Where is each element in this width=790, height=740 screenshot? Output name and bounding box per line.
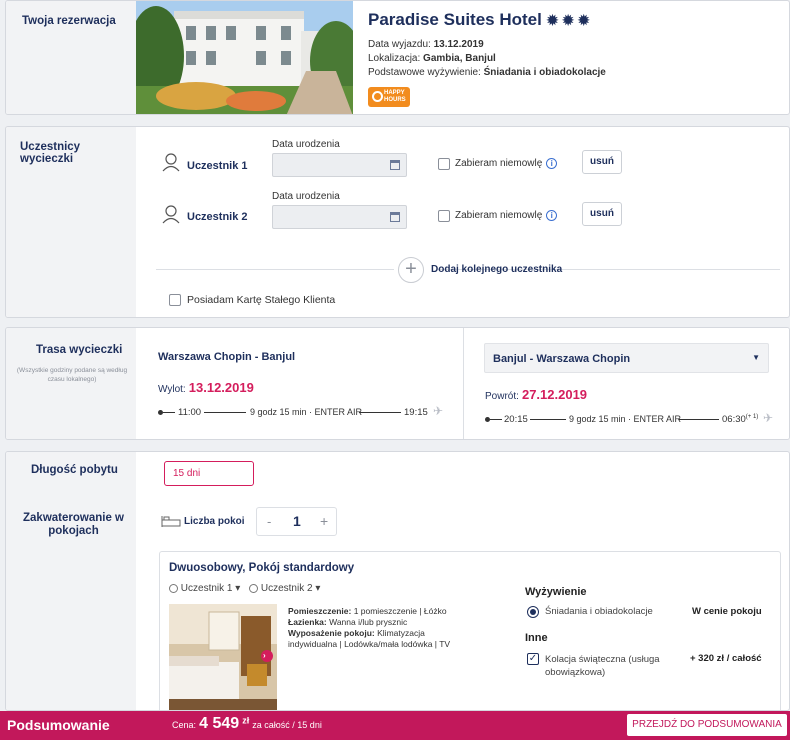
location-info: Lokalizacja: Gambia, Banjul [368, 53, 496, 64]
timeline [163, 412, 175, 413]
room-title: Dwuosobowy, Pokój standardowy [169, 562, 355, 574]
summary-price: Cena: 4 549 zł za całość / 15 dni [172, 715, 322, 732]
outbound-date: Wylot: 13.12.2019 [158, 380, 254, 395]
participant-2-dob-input[interactable] [272, 205, 407, 229]
plus-icon: + [405, 258, 417, 280]
participant-1-dob-label: Data urodzenia [272, 139, 340, 150]
return-route-selected: Banjul - Warszawa Chopin [493, 353, 631, 365]
route-section-label: Trasa wycieczki [36, 344, 123, 356]
stay-card: Długość pobytu Zakwaterowanie w pokojach… [5, 451, 790, 711]
hotel-stars-icon: ✹ ✹ ✹ [546, 12, 590, 28]
hotel-name: Paradise Suites Hotel [368, 10, 542, 29]
timeline [359, 412, 401, 413]
board-option-radio[interactable] [527, 606, 539, 618]
participant-1-dob-input[interactable] [272, 153, 407, 177]
loyalty-card-checkbox[interactable] [169, 294, 181, 306]
timeline [490, 419, 502, 420]
summary-label: Podsumowanie [7, 717, 110, 733]
clock-icon [372, 91, 383, 102]
return-date: Powrót: 27.12.2019 [485, 387, 588, 402]
route-section-note: (Wszystkie godziny podane są według czas… [16, 367, 128, 383]
add-participant-button[interactable]: + [398, 257, 424, 283]
person-icon [169, 583, 178, 593]
route-label-col: Trasa wycieczki (Wszystkie godziny podan… [6, 328, 136, 439]
other-option-price: + 320 zł / całość [690, 653, 762, 664]
guest-1-select[interactable]: Uczestnik 1 ▾ [181, 583, 241, 594]
participants-section-label: Uczestnicy wycieczki [20, 141, 81, 165]
outbound-flight-info: 9 godz 15 min · ENTER AIR [250, 407, 363, 417]
plane-icon: ✈ [763, 411, 774, 425]
stay-length-select[interactable]: 15 dni [164, 461, 254, 486]
rooms-stepper: - 1 + [256, 507, 337, 536]
participants-label-col: Uczestnicy wycieczki [6, 127, 136, 317]
caret-down-icon: ▾ [235, 583, 241, 594]
other-option-checkbox[interactable]: ✓ [527, 653, 539, 665]
rooms-count-label: Liczba pokoi [184, 516, 245, 527]
participant-2-name: Uczestnik 2 [187, 211, 248, 223]
info-icon[interactable]: i [546, 210, 558, 221]
room-details: Pomieszczenie: 1 pomieszczenie | Łóżko Ł… [288, 606, 451, 649]
timeline [530, 419, 566, 420]
departure-info: Data wyjazdu: 13.12.2019 [368, 39, 484, 50]
participant-1-remove-button[interactable]: usuń [582, 150, 622, 174]
caret-down-icon: ▾ [315, 583, 321, 594]
route-card: Trasa wycieczki (Wszystkie godziny podan… [5, 327, 790, 440]
return-route-select[interactable]: Banjul - Warszawa Chopin ▼ [484, 343, 769, 373]
return-flight-info: 9 godz 15 min · ENTER AIR [569, 414, 682, 424]
chevron-down-icon: ▼ [752, 353, 760, 362]
person-icon [162, 153, 180, 172]
room-guests: Uczestnik 1 ▾ Uczestnik 2 ▾ [169, 583, 320, 594]
reservation-card: Twoja rezerwacja Paradise Suites Hotel ✹… [5, 0, 790, 115]
board-option-label: Śniadania i obiadokolacje [545, 606, 653, 617]
bed-icon [161, 516, 181, 527]
reservation-label-col: Twoja rezerwacja [6, 1, 136, 114]
next-photo-icon[interactable]: › [263, 651, 266, 660]
outbound-arr-time: 19:15 [404, 407, 428, 418]
return-arr-time: 06:30(+ 1) [722, 414, 759, 426]
board-heading: Wyżywienie [525, 586, 587, 598]
outbound-dep-time: 11:00 [178, 407, 202, 418]
summary-bar: Podsumowanie Cena: 4 549 zł za całość / … [0, 711, 790, 740]
rooms-section-label: Zakwaterowanie w pokojach [23, 512, 124, 537]
reservation-section-label: Twoja rezerwacja [22, 15, 116, 27]
participant-1-infant-label: Zabieram niemowlę i [455, 158, 558, 169]
guest-2-select[interactable]: Uczestnik 2 ▾ [261, 583, 321, 594]
rooms-count-value: 1 [293, 513, 301, 529]
board-info: Podstawowe wyżywienie: Śniadania i obiad… [368, 67, 606, 78]
board-option-price: W cenie pokoju [692, 606, 762, 617]
hotel-photo[interactable] [136, 1, 353, 114]
calendar-icon [390, 160, 400, 170]
participant-1-name: Uczestnik 1 [187, 160, 248, 172]
return-dep-time: 20:15 [504, 414, 528, 425]
participant-2-infant-label: Zabieram niemowlę i [455, 210, 558, 221]
other-heading: Inne [525, 632, 548, 644]
go-to-summary-button[interactable]: PRZEJDŹ DO PODSUMOWANIA [627, 714, 787, 736]
room-card: Dwuosobowy, Pokój standardowy Uczestnik … [159, 551, 781, 710]
stay-label-col: Długość pobytu Zakwaterowanie w pokojach [6, 452, 136, 710]
person-icon [249, 583, 259, 593]
timeline [204, 412, 246, 413]
happy-hours-badge: HAPPY HOURS [368, 87, 410, 107]
stay-length-label: Długość pobytu [31, 464, 118, 476]
increment-button[interactable]: + [320, 513, 328, 529]
loyalty-card-label: Posiadam Kartę Stałego Klienta [187, 294, 336, 306]
other-option-label: Kolacja świąteczna (usługa obowiązkowa) [545, 654, 660, 678]
outbound-title: Warszawa Chopin - Banjul [158, 351, 296, 363]
info-icon[interactable]: i [546, 158, 558, 169]
person-icon [162, 205, 180, 224]
plane-icon: ✈ [433, 404, 444, 418]
decrement-button[interactable]: - [267, 514, 271, 529]
participant-2-infant-checkbox[interactable] [438, 210, 450, 222]
participant-2-remove-button[interactable]: usuń [582, 202, 622, 226]
participant-1-infant-checkbox[interactable] [438, 158, 450, 170]
divider [156, 269, 394, 270]
timeline [679, 419, 719, 420]
add-participant-label[interactable]: Dodaj kolejnego uczestnika [431, 264, 562, 275]
calendar-icon [390, 212, 400, 222]
participant-2-dob-label: Data urodzenia [272, 191, 340, 202]
room-photo[interactable]: › [169, 604, 277, 710]
participants-card: Uczestnicy wycieczki Uczestnik 1 Data ur… [5, 126, 790, 318]
